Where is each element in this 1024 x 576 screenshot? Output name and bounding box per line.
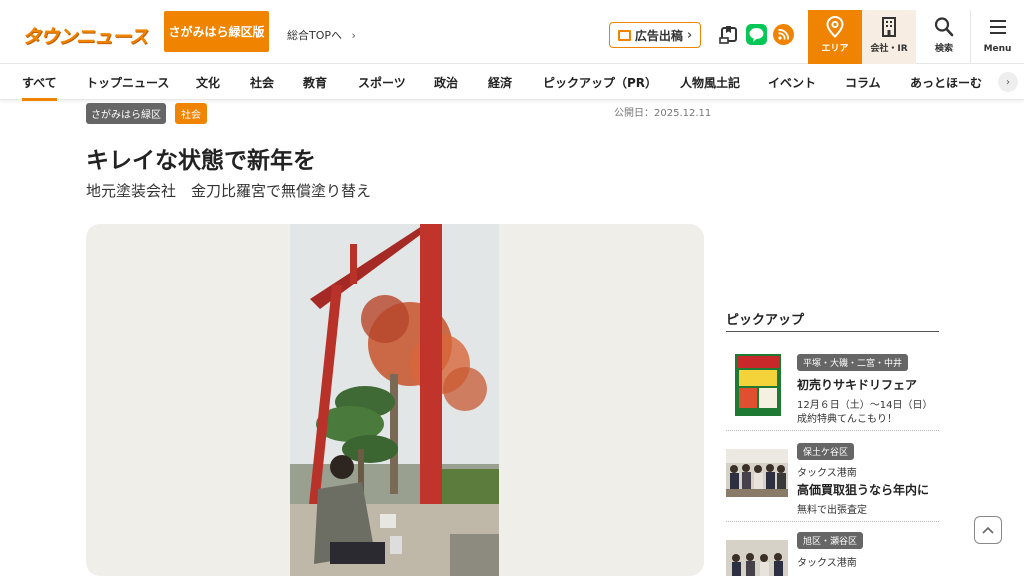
- bookmark-icon[interactable]: [719, 24, 740, 45]
- pickup-heading-divider: [726, 331, 939, 332]
- nav-tab-all[interactable]: すべて: [22, 74, 57, 101]
- search-icon: [934, 17, 954, 37]
- pickup-tag-1: 平塚・大磯・二宮・中井: [797, 354, 909, 371]
- list-icon: [617, 29, 631, 41]
- nav-tab-economy[interactable]: 経済: [488, 74, 512, 91]
- pickup-company-3: タックス港南: [797, 558, 857, 569]
- ad-button[interactable]: 広告出稿 ›: [609, 22, 701, 48]
- search-label: 検索: [934, 44, 953, 54]
- nav-tab-society[interactable]: 社会: [250, 74, 274, 91]
- publish-date: 公開日：2025.12.11: [614, 108, 712, 119]
- pickup-tag-2: 保土ケ谷区: [797, 443, 855, 460]
- edition-button[interactable]: さがみはら緑区版: [164, 11, 269, 52]
- nav-tab-education[interactable]: 教育: [303, 74, 327, 91]
- pickup-thumbnail-3[interactable]: [726, 532, 788, 576]
- article-photo[interactable]: [290, 224, 499, 576]
- sogo-top-label: 総合TOPへ: [287, 29, 343, 42]
- nav-tab-column[interactable]: コラム: [845, 74, 881, 91]
- ad-label: 広告出稿: [634, 28, 683, 43]
- nav-tab-at-home[interactable]: あっとほーむ: [910, 74, 982, 91]
- pickup-tag-3: 旭区・瀬谷区: [797, 532, 864, 549]
- nav-scroll-right-icon[interactable]: ›: [998, 72, 1018, 92]
- site-logo[interactable]: タウンニュース: [22, 22, 148, 49]
- pickup-title-1[interactable]: 初売りサキドリフェア: [797, 376, 917, 393]
- pickup-line2-2: 無料で出張査定: [797, 505, 867, 516]
- pickup-separator: [726, 521, 939, 522]
- nav-tab-culture[interactable]: 文化: [196, 74, 220, 91]
- pickup-line2-1: 成約特典てんこもり！: [797, 414, 897, 425]
- article-title: キレイな状態で新年を: [86, 148, 316, 174]
- nav-tab-politics[interactable]: 政治: [434, 74, 458, 91]
- chevron-up-icon: [982, 526, 994, 534]
- line-icon[interactable]: [746, 24, 767, 45]
- back-to-top-button[interactable]: [974, 516, 1002, 544]
- pickup-heading: ピックアップ: [726, 313, 805, 328]
- nav-tab-top-news[interactable]: トップニュース: [86, 74, 169, 91]
- area-button[interactable]: エリア: [808, 10, 862, 64]
- building-icon: [882, 17, 896, 37]
- rss-icon[interactable]: [773, 24, 794, 45]
- chevron-right-icon: ›: [686, 27, 693, 43]
- site-header: タウンニュース さがみはら緑区版 総合TOPへ › 広告出稿 › エリア 会社・…: [0, 0, 1024, 64]
- nav-tab-people[interactable]: 人物風土記: [680, 74, 740, 91]
- map-pin-icon: [826, 16, 844, 38]
- category-nav: すべて トップニュース 文化 社会 教育 スポーツ 政治 経済 ピックアップ（P…: [0, 64, 1024, 101]
- company-ir-button[interactable]: 会社・IR: [862, 10, 916, 64]
- area-tag[interactable]: さがみはら緑区: [86, 103, 166, 124]
- sogo-top-link[interactable]: 総合TOPへ ›: [287, 27, 356, 43]
- hamburger-menu-icon: [989, 20, 1006, 34]
- nav-tab-events[interactable]: イベント: [768, 74, 816, 91]
- pickup-thumbnail-2[interactable]: [726, 441, 788, 505]
- category-tag[interactable]: 社会: [175, 103, 207, 124]
- company-ir-label: 会社・IR: [870, 44, 908, 54]
- pickup-title-2[interactable]: 高価買取狙うなら年内に: [797, 481, 929, 498]
- article-subtitle: 地元塗装会社 金刀比羅宮で無償塗り替え: [86, 182, 372, 200]
- nav-tab-pickup-pr[interactable]: ピックアップ（PR）: [543, 74, 657, 91]
- pickup-company-2: タックス港南: [797, 468, 857, 479]
- search-button[interactable]: 検索: [918, 10, 970, 64]
- chevron-right-icon: ›: [351, 29, 356, 42]
- pickup-separator: [726, 430, 939, 431]
- area-label: エリア: [821, 44, 849, 54]
- pickup-line1-1: 12月６日（土）～14日（日）: [797, 400, 933, 411]
- menu-label: Menu: [983, 44, 1012, 54]
- pickup-thumbnail-1[interactable]: [726, 352, 788, 416]
- menu-button[interactable]: Menu: [970, 10, 1024, 64]
- nav-tab-sports[interactable]: スポーツ: [358, 74, 406, 91]
